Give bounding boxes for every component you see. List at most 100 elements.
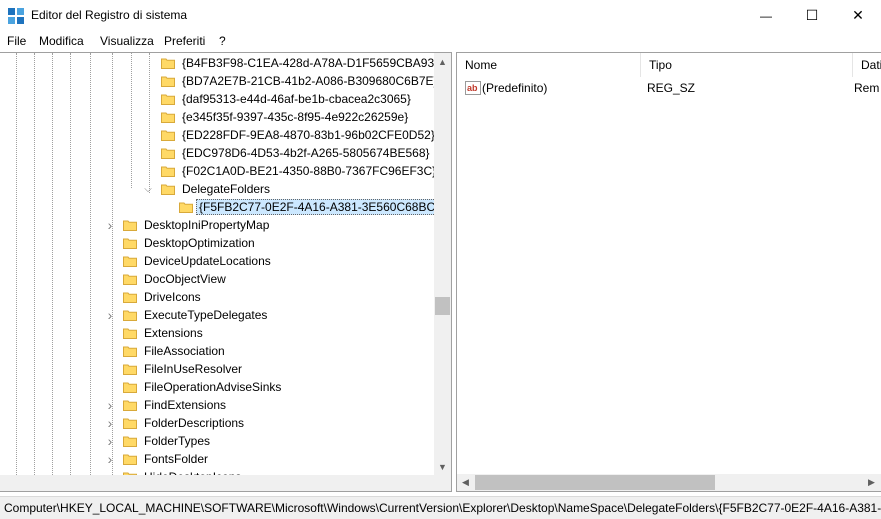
- tree-node-label: DeviceUpdateLocations: [144, 254, 271, 268]
- tree-node-label: DocObjectView: [144, 272, 226, 286]
- tree-node-label: FileInUseResolver: [144, 362, 243, 376]
- folder-icon: [161, 94, 175, 105]
- menu-bar: File Modifica Visualizza Preferiti ?: [0, 31, 881, 51]
- column-header-tipo[interactable]: Tipo: [641, 53, 853, 77]
- tree-node-label: {F02C1A0D-BE21-4350-88B0-7367FC96EF3C}: [182, 164, 437, 178]
- tree-node-label: {daf95313-e44d-46af-be1b-cbacea2c3065}: [182, 92, 411, 106]
- list-scroll-thumb[interactable]: [475, 475, 715, 490]
- maximize-button[interactable]: ☐: [789, 0, 835, 31]
- folder-icon: [161, 112, 175, 123]
- chevron-right-icon[interactable]: ›: [105, 433, 115, 449]
- tree-node-key[interactable]: Extensions: [0, 324, 434, 342]
- tree-node-guid[interactable]: {ED228FDF-9EA8-4870-83b1-96b02CFE0D52}: [0, 126, 435, 144]
- folder-icon: [123, 382, 137, 393]
- tree-node-key[interactable]: DesktopOptimization: [0, 234, 434, 252]
- folder-icon: [161, 148, 175, 159]
- tree-node-key[interactable]: › DesktopIniPropertyMap: [0, 216, 434, 234]
- folder-icon: [123, 238, 137, 249]
- tree-node-label: DelegateFolders: [182, 182, 271, 196]
- chevron-right-icon[interactable]: ›: [105, 415, 115, 431]
- tree-node-label: {F5FB2C77-0E2F-4A16-A381-3E560C68BC83}: [196, 199, 451, 215]
- folder-icon: [161, 76, 175, 87]
- list-horizontal-scrollbar[interactable]: ◀ ▶: [457, 474, 881, 491]
- title-bar: Editor del Registro di sistema — ☐ ✕: [0, 0, 881, 31]
- tree-node-key[interactable]: FileOperationAdviseSinks: [0, 378, 434, 396]
- tree-node-key[interactable]: › ExecuteTypeDelegates: [0, 306, 434, 324]
- folder-icon: [161, 166, 175, 177]
- status-bar: Computer\HKEY_LOCAL_MACHINE\SOFTWARE\Mic…: [0, 496, 881, 519]
- tree-node-label: {EDC978D6-4D53-4b2f-A265-5805674BE568}: [182, 146, 430, 160]
- tree-node-key[interactable]: DriveIcons: [0, 288, 434, 306]
- chevron-right-icon[interactable]: ›: [105, 451, 115, 467]
- tree-node-label: {BD7A2E7B-21CB-41b2-A086-B309680C6B7E}: [182, 74, 438, 88]
- key-path: Computer\HKEY_LOCAL_MACHINE\SOFTWARE\Mic…: [4, 501, 881, 515]
- tree-node-key[interactable]: › FolderDescriptions: [0, 414, 434, 432]
- tree-node-key[interactable]: FileInUseResolver: [0, 360, 434, 378]
- scroll-up-icon[interactable]: ▲: [434, 53, 451, 70]
- tree-node-guid[interactable]: {BD7A2E7B-21CB-41b2-A086-B309680C6B7E}: [0, 72, 438, 90]
- tree-scroll-thumb[interactable]: [435, 297, 450, 315]
- menu-visualizza[interactable]: Visualizza: [100, 34, 154, 48]
- tree-node-label: DesktopOptimization: [144, 236, 255, 250]
- registry-tree[interactable]: {B4FB3F98-C1EA-428d-A78A-D1F5659CBA93} {B…: [0, 52, 452, 492]
- close-button[interactable]: ✕: [835, 0, 881, 31]
- tree-node-label: ExecuteTypeDelegates: [144, 308, 268, 322]
- folder-icon: [123, 436, 137, 447]
- chevron-right-icon[interactable]: ›: [105, 397, 115, 413]
- scroll-down-icon[interactable]: ▼: [434, 458, 451, 475]
- tree-node-label: FileOperationAdviseSinks: [144, 380, 282, 394]
- folder-icon: [123, 220, 137, 231]
- window-title: Editor del Registro di sistema: [31, 8, 188, 22]
- tree-vertical-scrollbar[interactable]: ▲ ▼: [434, 53, 451, 475]
- tree-node-label: DriveIcons: [144, 290, 201, 304]
- scroll-left-icon[interactable]: ◀: [457, 474, 474, 491]
- minimize-button[interactable]: —: [743, 0, 789, 31]
- tree-node-label: {ED228FDF-9EA8-4870-83b1-96b02CFE0D52}: [182, 128, 435, 142]
- tree-node-delegatefolders[interactable]: ⌵ DelegateFolders: [0, 180, 434, 198]
- tree-node-guid[interactable]: {e345f35f-9397-435c-8f95-4e922c26259e}: [0, 108, 434, 126]
- values-list[interactable]: Nome Tipo Dati ab (Predefinito) REG_SZ R…: [456, 52, 881, 492]
- folder-icon: [123, 292, 137, 303]
- menu-help[interactable]: ?: [219, 34, 226, 48]
- tree-node-key[interactable]: › FindExtensions: [0, 396, 434, 414]
- value-type: REG_SZ: [647, 81, 696, 95]
- tree-node-label: FindExtensions: [144, 398, 227, 412]
- minimize-icon: —: [760, 8, 772, 23]
- folder-icon: [123, 454, 137, 465]
- chevron-down-icon[interactable]: ⌵: [143, 184, 153, 195]
- tree-node-key[interactable]: DeviceUpdateLocations: [0, 252, 434, 270]
- column-header-nome[interactable]: Nome: [457, 53, 641, 77]
- chevron-right-icon[interactable]: ›: [105, 217, 115, 233]
- tree-node-key[interactable]: › FontsFolder: [0, 450, 434, 468]
- menu-file[interactable]: File: [7, 34, 26, 48]
- scroll-right-icon[interactable]: ▶: [863, 474, 880, 491]
- regedit-icon: [8, 8, 24, 24]
- folder-icon: [123, 364, 137, 375]
- value-name: (Predefinito): [482, 81, 548, 95]
- tree-node-guid[interactable]: {EDC978D6-4D53-4b2f-A265-5805674BE568}: [0, 144, 434, 162]
- tree-node-label: FolderTypes: [144, 434, 211, 448]
- tree-node-guid[interactable]: {B4FB3F98-C1EA-428d-A78A-D1F5659CBA93}: [0, 54, 438, 72]
- tree-node-key[interactable]: DocObjectView: [0, 270, 434, 288]
- folder-icon: [123, 346, 137, 357]
- scroll-corner: [434, 475, 451, 491]
- folder-icon: [123, 310, 137, 321]
- tree-node-label: FolderDescriptions: [144, 416, 245, 430]
- menu-modifica[interactable]: Modifica: [39, 34, 84, 48]
- tree-node-label: {e345f35f-9397-435c-8f95-4e922c26259e}: [182, 110, 409, 124]
- tree-node-guid[interactable]: {daf95313-e44d-46af-be1b-cbacea2c3065}: [0, 90, 434, 108]
- svg-text:ab: ab: [467, 83, 478, 93]
- folder-icon: [123, 328, 137, 339]
- column-header-dati[interactable]: Dati: [853, 53, 881, 77]
- tree-horizontal-scrollbar[interactable]: [0, 475, 434, 491]
- tree-node-key[interactable]: FileAssociation: [0, 342, 434, 360]
- chevron-right-icon[interactable]: ›: [105, 307, 115, 323]
- maximize-icon: ☐: [805, 7, 819, 23]
- tree-node-label: FileAssociation: [144, 344, 225, 358]
- string-value-icon: ab: [465, 81, 481, 95]
- menu-preferiti[interactable]: Preferiti: [164, 34, 205, 48]
- tree-node-guid[interactable]: {F02C1A0D-BE21-4350-88B0-7367FC96EF3C}: [0, 162, 436, 180]
- tree-node-selected[interactable]: {F5FB2C77-0E2F-4A16-A381-3E560C68BC83}: [0, 198, 451, 216]
- tree-node-key[interactable]: › FolderTypes: [0, 432, 434, 450]
- tree-node-label: FontsFolder: [144, 452, 209, 466]
